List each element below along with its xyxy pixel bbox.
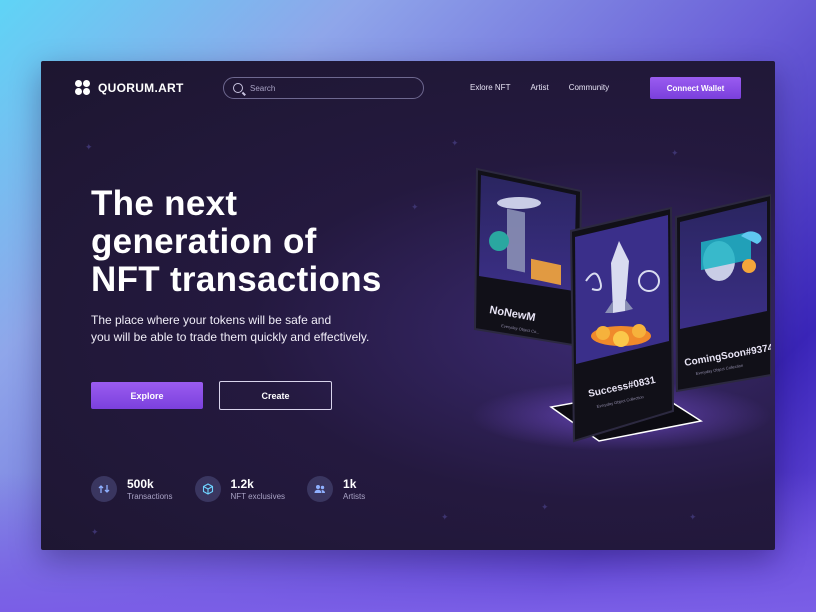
nft-card-left[interactable]: NoNewM Everyday Object Co... [473, 167, 583, 348]
transfer-icon [91, 476, 117, 502]
sparkle-icon: ✦ [91, 527, 99, 537]
stat-label: Transactions [127, 491, 173, 501]
nav-link-explore-nft[interactable]: Exlore NFT [470, 83, 510, 92]
connect-wallet-button[interactable]: Connect Wallet [650, 77, 741, 99]
sparkle-icon: ✦ [689, 512, 697, 522]
nft-card-center[interactable]: Success#0831 Everyday Object Collection [569, 206, 675, 443]
stat-value: 1k [343, 476, 357, 491]
nav-links: Exlore NFT Artist Community [470, 83, 609, 92]
stat-label: NFT exclusives [230, 491, 286, 501]
hero-title: The next generation of NFT transactions [91, 185, 451, 299]
stat-value: 1.2k [230, 476, 254, 491]
top-navigation: QUORUM.ART Exlore NFT Artist Community C… [41, 61, 775, 117]
logo-icon [75, 80, 91, 96]
users-icon [307, 476, 334, 502]
stat-label: Artists [343, 491, 366, 501]
sparkle-icon: ✦ [85, 142, 93, 152]
stats-row: 500k Transactions 1.2k NFT exclusives 1k… [91, 476, 365, 502]
stat-transactions: 500k Transactions [91, 476, 173, 502]
hero-title-line: The next [91, 184, 238, 223]
stat-value: 500k [127, 476, 154, 491]
create-button[interactable]: Create [219, 381, 332, 410]
sparkle-icon: ✦ [441, 512, 449, 522]
hero-subtitle-line: you will be able to trade them quickly a… [91, 330, 370, 344]
sparkle-icon: ✦ [451, 138, 459, 148]
sparkle-icon: ✦ [541, 502, 549, 512]
hero-subtitle-line: The place where your tokens will be safe… [91, 313, 332, 327]
nft-card-right[interactable]: ComingSoon#9374 Everyday Object Collecti… [674, 193, 771, 393]
nav-link-community[interactable]: Community [569, 83, 609, 92]
search-bar[interactable] [223, 77, 424, 99]
search-icon [233, 83, 243, 93]
brand-logo[interactable]: QUORUM.ART [75, 80, 184, 96]
cube-icon [194, 476, 221, 502]
hero-subtitle: The place where your tokens will be safe… [91, 312, 431, 346]
landing-page: ✦ ✦ ✦ ✦ ✦ ✦ ✦ ✦ ✦ QUORUM.ART Exlore NFT … [41, 61, 775, 550]
explore-button[interactable]: Explore [91, 382, 203, 409]
nft-cards-illustration: NoNewM Everyday Object Co... ComingSoon#… [471, 167, 771, 451]
sparkle-icon: ✦ [671, 148, 679, 158]
search-input[interactable] [250, 83, 410, 93]
nav-link-artist[interactable]: Artist [530, 83, 548, 92]
stat-artists: 1k Artists [307, 476, 365, 502]
hero-title-line: NFT transactions [91, 260, 382, 299]
stat-nft-exclusives: 1.2k NFT exclusives [194, 476, 286, 502]
hero-title-line: generation of [91, 222, 317, 261]
brand-name: QUORUM.ART [98, 81, 184, 95]
